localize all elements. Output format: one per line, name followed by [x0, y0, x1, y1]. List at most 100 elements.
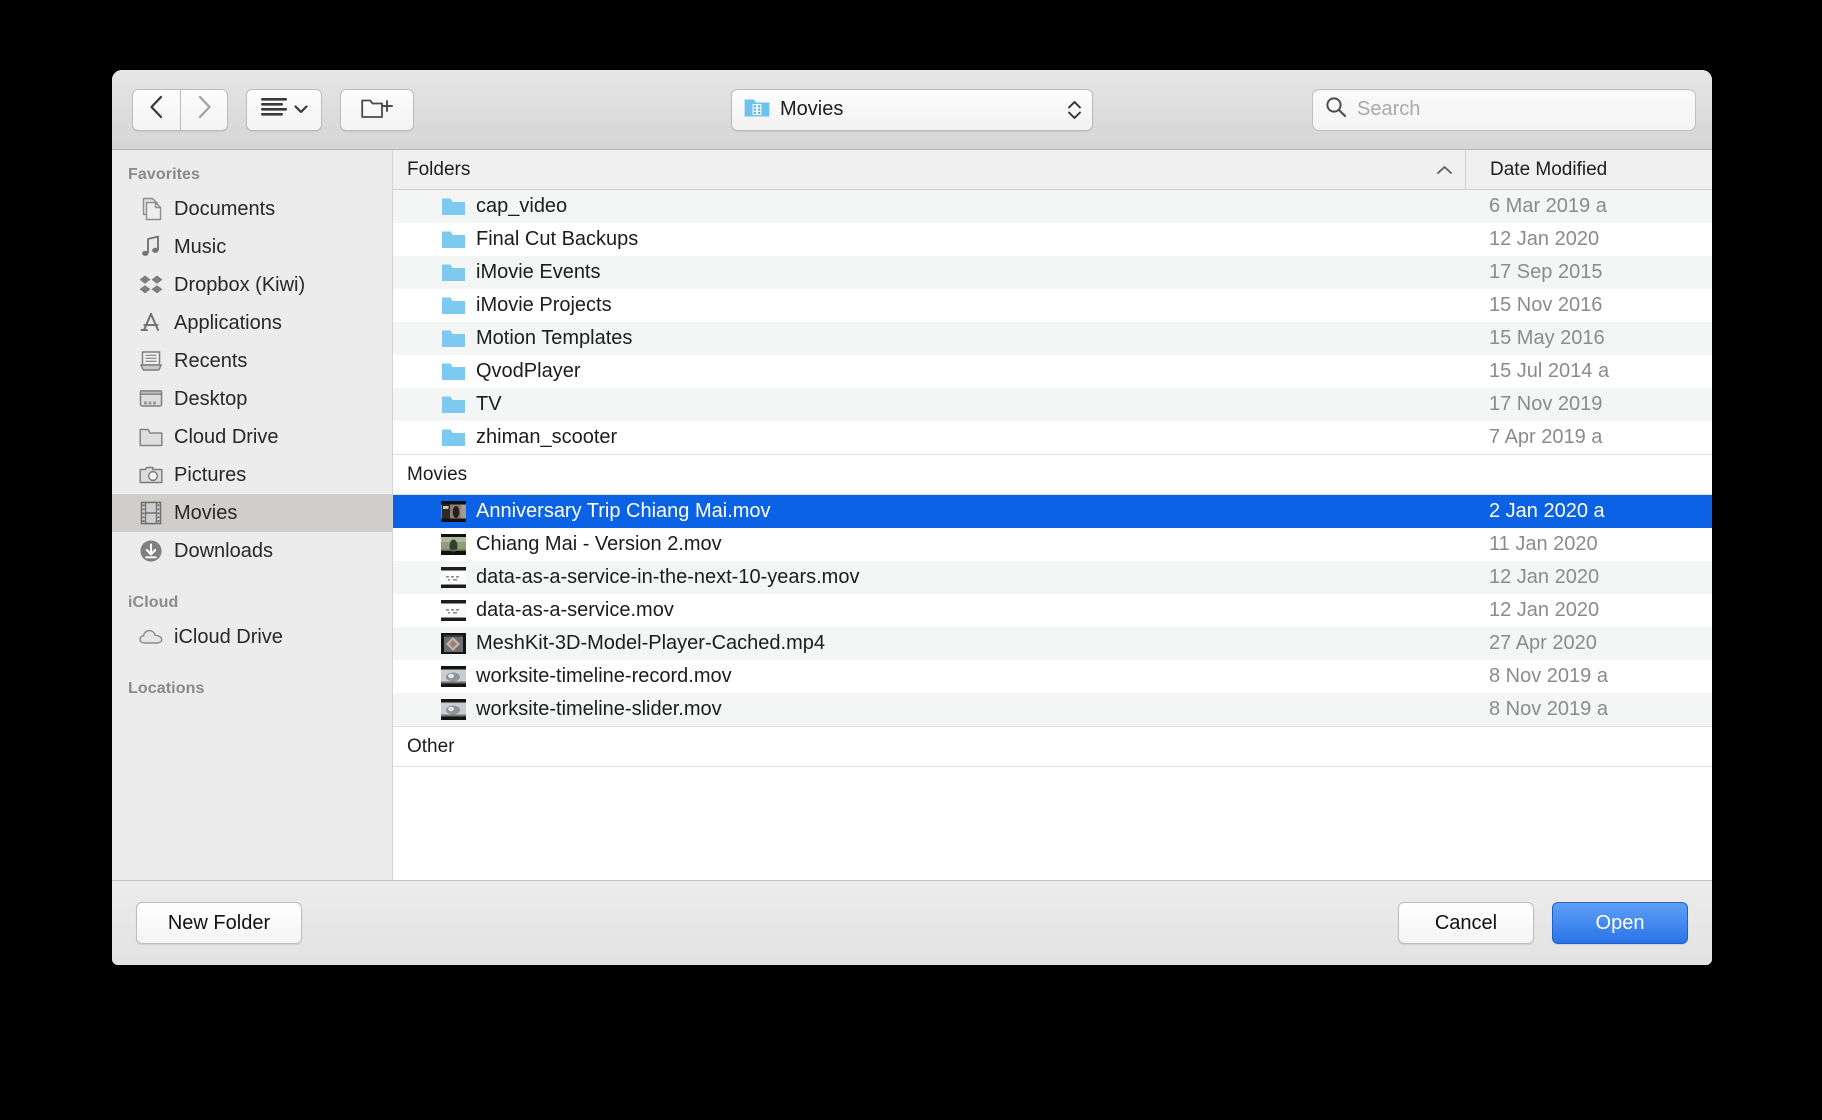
row-name-label: Motion Templates	[476, 327, 633, 349]
row-name-cell: Motion Templates	[393, 327, 1465, 350]
sidebar-item-label: Cloud Drive	[174, 425, 279, 448]
row-date-cell: 6 Mar 2019 a	[1489, 195, 1607, 217]
sidebar-item-documents[interactable]: Documents	[112, 190, 392, 228]
camera-icon	[139, 463, 163, 487]
sidebar-item-music[interactable]: Music	[112, 228, 392, 266]
row-name-label: Chiang Mai - Version 2.mov	[476, 533, 722, 555]
row-date-cell: 12 Jan 2020	[1489, 228, 1600, 250]
list-view-icon	[260, 97, 287, 122]
group-header-other: Other	[393, 726, 1712, 767]
row-name-label: MeshKit-3D-Model-Player-Cached.mp4	[476, 632, 826, 654]
file-list-rows: cap_video 6 Mar 2019 a Final Cut Backups…	[393, 190, 1712, 880]
folder-icon	[139, 425, 163, 449]
chevron-left-icon	[148, 94, 165, 125]
folder-icon	[441, 328, 466, 349]
row-name-cell: data-as-a-service-in-the-next-10-years.m…	[393, 566, 1465, 589]
row-name-cell: iMovie Projects	[393, 294, 1465, 317]
sidebar-item-movies[interactable]: Movies	[112, 494, 392, 532]
back-button[interactable]	[132, 88, 180, 131]
row-name-cell: worksite-timeline-record.mov	[393, 665, 1465, 688]
forward-button[interactable]	[180, 88, 228, 131]
chevron-up-icon	[1436, 159, 1453, 181]
table-row[interactable]: iMovie Events 17 Sep 2015	[393, 256, 1712, 289]
sidebar-item-label: Music	[174, 235, 227, 258]
row-date-cell: 8 Nov 2019 a	[1489, 698, 1608, 720]
table-row[interactable]: MeshKit-3D-Model-Player-Cached.mp4 27 Ap…	[393, 627, 1712, 660]
new-folder-toolbar-button[interactable]	[340, 88, 414, 131]
table-row[interactable]: data-as-a-service-in-the-next-10-years.m…	[393, 561, 1712, 594]
open-button[interactable]: Open	[1552, 902, 1688, 944]
row-name-label: worksite-timeline-slider.mov	[476, 698, 722, 720]
search-placeholder: Search	[1357, 98, 1421, 120]
movies-folder-icon	[744, 96, 770, 123]
column-header-date[interactable]: Date Modified	[1465, 150, 1712, 189]
sidebar-item-recents[interactable]: Recents	[112, 342, 392, 380]
search-icon	[1325, 96, 1347, 123]
sidebar-item-dropbox[interactable]: Dropbox (Kiwi)	[112, 266, 392, 304]
table-row[interactable]: worksite-timeline-record.mov 8 Nov 2019 …	[393, 660, 1712, 693]
row-name-cell: QvodPlayer	[393, 360, 1465, 383]
row-name-label: data-as-a-service.mov	[476, 599, 674, 621]
table-row[interactable]: iMovie Projects 15 Nov 2016	[393, 289, 1712, 322]
sidebar-item-label: Applications	[174, 311, 282, 334]
sidebar-item-label: Movies	[174, 501, 238, 524]
row-name-cell: worksite-timeline-slider.mov	[393, 698, 1465, 721]
search-input[interactable]: Search	[1312, 88, 1696, 131]
table-row[interactable]: zhiman_scooter 7 Apr 2019 a	[393, 421, 1712, 454]
video-thumb-person-icon	[441, 534, 466, 555]
sidebar-item-desktop[interactable]: Desktop	[112, 380, 392, 418]
column-header-date-label: Date Modified	[1490, 158, 1608, 180]
download-icon	[139, 539, 163, 563]
sidebar-item-label: Pictures	[174, 463, 247, 486]
row-name-cell: cap_video	[393, 195, 1465, 218]
sidebar-item-applications[interactable]: Applications	[112, 304, 392, 342]
row-date-cell: 2 Jan 2020 a	[1489, 500, 1605, 522]
row-date-cell: 27 Apr 2020	[1489, 632, 1597, 654]
view-options-button[interactable]	[246, 88, 322, 131]
sidebar-item-cloud-drive[interactable]: Cloud Drive	[112, 418, 392, 456]
row-name-cell: data-as-a-service.mov	[393, 599, 1465, 622]
folder-icon	[441, 394, 466, 415]
table-row[interactable]: Final Cut Backups 12 Jan 2020	[393, 223, 1712, 256]
new-folder-button[interactable]: New Folder	[136, 902, 302, 944]
sidebar: Favorites Documents Music Dropbox (Kiwi)…	[112, 150, 393, 880]
row-name-label: zhiman_scooter	[476, 426, 618, 448]
row-date-cell: 11 Jan 2020	[1489, 533, 1598, 555]
row-date-cell: 15 Nov 2016	[1489, 294, 1603, 316]
recents-icon	[139, 349, 163, 373]
table-row[interactable]: Motion Templates 15 May 2016	[393, 322, 1712, 355]
row-date-cell: 7 Apr 2019 a	[1489, 426, 1603, 448]
row-name-cell: Anniversary Trip Chiang Mai.mov	[393, 500, 1465, 523]
table-row[interactable]: cap_video 6 Mar 2019 a	[393, 190, 1712, 223]
table-row[interactable]: QvodPlayer 15 Jul 2014 a	[393, 355, 1712, 388]
table-row[interactable]: worksite-timeline-slider.mov 8 Nov 2019 …	[393, 693, 1712, 726]
dialog-toolbar: Movies Search	[112, 70, 1712, 150]
column-header-name[interactable]: Folders	[393, 150, 1465, 189]
row-name-label: TV	[476, 393, 502, 415]
table-row[interactable]: data-as-a-service.mov 12 Jan 2020	[393, 594, 1712, 627]
folder-icon	[441, 295, 466, 316]
file-list-column-header: Folders Date Modified	[393, 150, 1712, 190]
table-row[interactable]: Anniversary Trip Chiang Mai.mov 2 Jan 20…	[393, 495, 1712, 528]
sidebar-item-label: Documents	[174, 197, 276, 220]
row-name-cell: iMovie Events	[393, 261, 1465, 284]
table-row[interactable]: TV 17 Nov 2019	[393, 388, 1712, 421]
sidebar-item-icloud-drive[interactable]: iCloud Drive	[112, 618, 392, 656]
stepper-icon	[1067, 99, 1082, 121]
sidebar-item-label: iCloud Drive	[174, 625, 283, 648]
path-popup-button[interactable]: Movies	[731, 88, 1093, 131]
sidebar-section-favorites-header: Favorites	[128, 166, 201, 183]
row-name-label: cap_video	[476, 195, 568, 217]
dropbox-icon	[139, 273, 163, 297]
row-date-cell: 17 Nov 2019	[1489, 393, 1603, 415]
row-date-cell: 12 Jan 2020	[1489, 566, 1600, 588]
chevron-right-icon	[196, 94, 213, 125]
cancel-button[interactable]: Cancel	[1398, 902, 1534, 944]
row-date-cell: 12 Jan 2020	[1489, 599, 1600, 621]
row-name-cell: Chiang Mai - Version 2.mov	[393, 533, 1465, 556]
video-thumb-slide-icon	[441, 567, 466, 588]
sidebar-item-downloads[interactable]: Downloads	[112, 532, 392, 570]
table-row[interactable]: Chiang Mai - Version 2.mov 11 Jan 2020	[393, 528, 1712, 561]
video-thumb-slide-icon	[441, 600, 466, 621]
sidebar-item-pictures[interactable]: Pictures	[112, 456, 392, 494]
